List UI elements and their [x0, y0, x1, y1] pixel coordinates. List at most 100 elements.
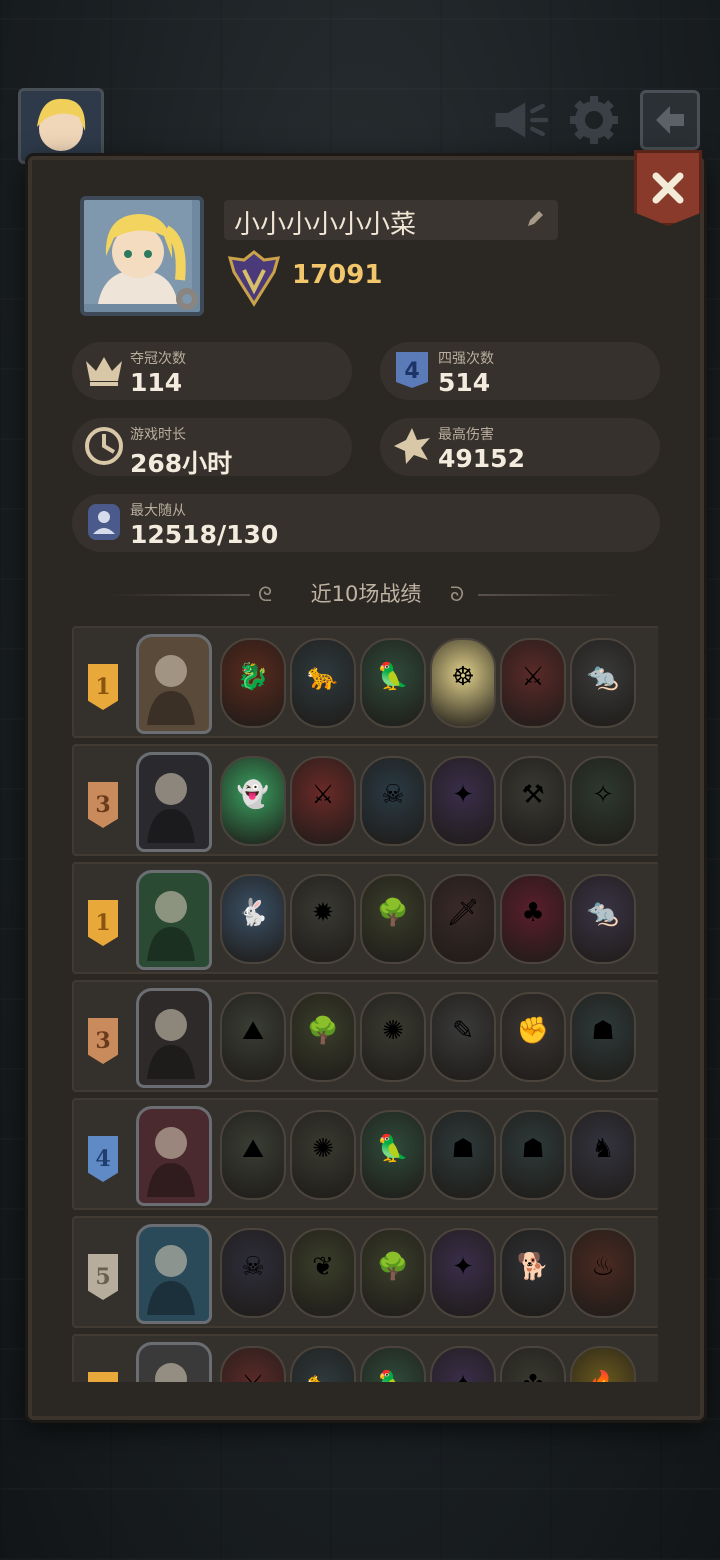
exit-arrow-icon[interactable] [640, 90, 700, 150]
hero-figure-icon [147, 655, 195, 725]
match-history-list[interactable]: 1 🐉 🐆 🦜 ☸ ⚔ 🐀 3 👻 ⚔ ☠ ✦ ⚒ ✧ 1 🐇 ✹ 🌳 🗡 ♣ 🐀 3 ⛰ 🌳 ✺ ✎ ✊ ☗ 4 ⛰ ✺ 🦜 ☗ ☗ ♞ 5 ☠ ❦ 🌳 ✦… [72, 626, 658, 1382]
hero-figure-icon [147, 1245, 195, 1315]
placement-badge: 3 [88, 782, 118, 828]
follower-card[interactable]: ⚔ [220, 1346, 286, 1382]
sprout-icon: ❦ [312, 1252, 334, 1282]
recent-matches-title: 近10场战绩 [310, 582, 422, 606]
follower-card[interactable]: ⛰ [220, 992, 286, 1082]
placement-badge: 3 [88, 1018, 118, 1064]
follower-card[interactable]: ☗ [500, 1110, 566, 1200]
follower-card[interactable]: ☠ [360, 756, 426, 846]
player-profile-panel: 小小小小小小菜 17091 夺冠次数 114 4 四强次数 514 游戏时长 2… [28, 156, 704, 1420]
follower-card[interactable]: ⛰ [220, 1110, 286, 1200]
hero-portrait[interactable] [136, 1342, 212, 1382]
follower-card[interactable]: ❦ [290, 1228, 356, 1318]
hero-portrait[interactable] [136, 1106, 212, 1206]
follower-card[interactable]: 🦜 [360, 1110, 426, 1200]
follower-card[interactable]: ✤ [500, 1346, 566, 1382]
follower-card[interactable]: 🌳 [290, 992, 356, 1082]
monk-icon: ☸ [451, 662, 475, 692]
match-row[interactable]: 1 🐉 🐆 🦜 ☸ ⚔ 🐀 [72, 626, 658, 738]
announcement-icon[interactable] [492, 92, 548, 148]
follower-card[interactable]: 🦜 [360, 1346, 426, 1382]
treant-icon: 🌳 [376, 1252, 410, 1282]
follower-card[interactable]: ✎ [430, 992, 496, 1082]
follower-card[interactable]: 🐀 [570, 874, 636, 964]
match-row[interactable]: 5 ☠ ❦ 🌳 ✦ 🐕 ♨ [72, 1216, 658, 1328]
goblin-icon: ☗ [451, 1134, 475, 1164]
hud-avatar-portrait [37, 98, 86, 151]
match-row[interactable]: ⚔ 🐆 🦜 ✦ ✤ 🔥 [72, 1334, 658, 1382]
follower-card[interactable]: ✹ [290, 874, 356, 964]
player-avatar[interactable] [80, 196, 204, 316]
match-row[interactable]: 4 ⛰ ✺ 🦜 ☗ ☗ ♞ [72, 1098, 658, 1210]
parrot-icon: 🦜 [376, 1134, 410, 1164]
hud-avatar[interactable] [18, 88, 104, 164]
follower-card[interactable]: 🐇 [220, 874, 286, 964]
follower-card[interactable]: ♣ [500, 874, 566, 964]
hero-figure-icon [155, 1363, 187, 1382]
follower-card[interactable]: 🗡 [430, 874, 496, 964]
profile-header: 小小小小小小菜 17091 [78, 196, 668, 316]
crown-icon [82, 348, 126, 392]
clock-icon [82, 424, 126, 468]
follower-card[interactable]: ✦ [430, 1228, 496, 1318]
follower-card[interactable]: ✺ [360, 992, 426, 1082]
follower-card[interactable]: ✊ [500, 992, 566, 1082]
rank-shield-icon [227, 250, 281, 307]
avatar-settings-gear-icon[interactable] [172, 284, 202, 314]
follower-card[interactable]: 🐉 [220, 638, 286, 728]
follower-card[interactable]: ♨ [570, 1228, 636, 1318]
svg-text:4: 4 [404, 359, 419, 384]
follower-card[interactable]: ☗ [570, 992, 636, 1082]
follower-card[interactable]: ⚒ [500, 756, 566, 846]
stat-label: 夺冠次数 [130, 351, 186, 367]
close-icon [652, 172, 684, 204]
hound-icon: 🐕 [516, 1252, 550, 1282]
shaman-icon: ✦ [432, 1370, 494, 1382]
follower-card[interactable]: ☗ [430, 1110, 496, 1200]
hero-portrait[interactable] [136, 870, 212, 970]
beast-icon: ✤ [502, 1370, 564, 1382]
panther-icon: 🐆 [306, 662, 340, 692]
follower-card[interactable]: ✧ [570, 756, 636, 846]
follower-card[interactable]: ✦ [430, 756, 496, 846]
follower-card[interactable]: ♞ [570, 1110, 636, 1200]
follower-card[interactable]: 🦜 [360, 638, 426, 728]
placement-badge: 1 [88, 900, 118, 946]
necro-icon: ✧ [592, 780, 614, 810]
follower-card[interactable]: ✦ [430, 1346, 496, 1382]
match-row[interactable]: 3 👻 ⚔ ☠ ✦ ⚒ ✧ [72, 744, 658, 856]
settings-gear-icon[interactable] [566, 92, 622, 148]
match-row[interactable]: 1 🐇 ✹ 🌳 🗡 ♣ 🐀 [72, 862, 658, 974]
follower-card[interactable]: 🐕 [500, 1228, 566, 1318]
goblin-icon: ☗ [521, 1134, 545, 1164]
player-name-bar[interactable]: 小小小小小小菜 [224, 200, 558, 240]
follower-card[interactable]: 🐀 [570, 638, 636, 728]
follower-card[interactable]: 🌳 [360, 874, 426, 964]
follower-card[interactable]: 🐆 [290, 638, 356, 728]
hero-portrait[interactable] [136, 1224, 212, 1324]
follower-card[interactable]: ✺ [290, 1110, 356, 1200]
placement-badge: 1 [88, 664, 118, 710]
divider-right [478, 594, 618, 596]
close-button[interactable] [634, 150, 702, 226]
player-name: 小小小小小小菜 [234, 210, 417, 240]
follower-card[interactable]: ⚔ [290, 756, 356, 846]
follower-card[interactable]: ☠ [220, 1228, 286, 1318]
hero-portrait[interactable] [136, 752, 212, 852]
hero-portrait[interactable] [136, 988, 212, 1088]
follower-card[interactable]: 👻 [220, 756, 286, 846]
hero-portrait[interactable] [136, 634, 212, 734]
edit-pencil-icon[interactable] [524, 208, 546, 230]
follower-card[interactable]: ⚔ [500, 638, 566, 728]
match-row[interactable]: 3 ⛰ 🌳 ✺ ✎ ✊ ☗ [72, 980, 658, 1092]
follower-card[interactable]: 🌳 [360, 1228, 426, 1318]
golem-icon: ⛰ [242, 1016, 264, 1046]
shaman-icon: ✦ [452, 780, 474, 810]
rogue-icon: 🗡 [446, 898, 480, 928]
follower-card[interactable]: 🔥 [570, 1346, 636, 1382]
jester-icon: ♣ [521, 898, 545, 928]
follower-card[interactable]: ☸ [430, 638, 496, 728]
follower-card[interactable]: 🐆 [290, 1346, 356, 1382]
